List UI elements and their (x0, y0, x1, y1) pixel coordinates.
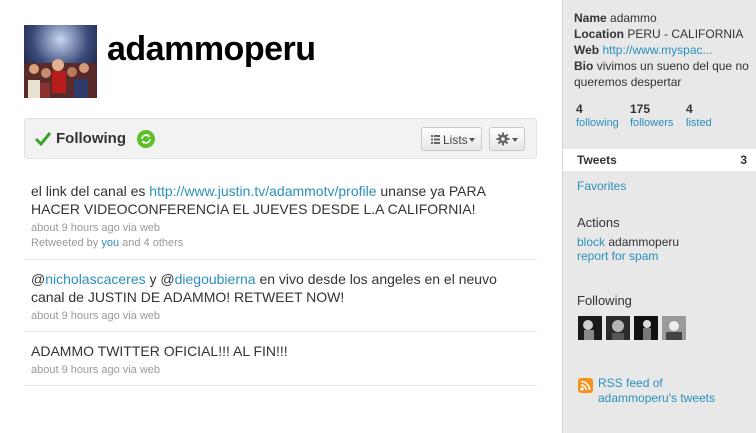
following-avatar-image (606, 316, 630, 340)
block-link[interactable]: block (577, 235, 605, 249)
profile-screen-name: adammoperu (107, 30, 316, 68)
tweets-count: 3 (740, 153, 747, 167)
report-spam-link[interactable]: report for spam (577, 249, 658, 263)
tweet-item: @nicholascaceres y @diegoubierna en vivo… (24, 260, 537, 332)
bio-key: Bio (574, 59, 594, 73)
at-sign: @ (160, 271, 175, 287)
profile-web-row: Web http://www.myspac... (574, 42, 749, 58)
bio-value: vivimos un sueno del que no queremos des… (574, 59, 749, 89)
tweet-text: @nicholascaceres y @diegoubierna en vivo… (31, 270, 530, 306)
stat-label: followers (630, 117, 674, 129)
rss-icon (578, 378, 593, 393)
tweet-timestamp[interactable]: about 9 hours ago via web (31, 221, 530, 235)
retweet-info: Retweeted by you and 4 others (31, 235, 530, 251)
tweet-text-segment: y (145, 271, 161, 287)
lists-button[interactable]: Lists (421, 127, 482, 151)
location-key: Location (574, 27, 624, 41)
following-avatar-image (634, 316, 658, 340)
at-sign: @ (31, 271, 46, 287)
profile-info: Name adammo Location PERU - CALIFORNIA W… (574, 10, 749, 90)
stat-number: 175 (630, 102, 651, 116)
tweet-timestamp[interactable]: about 9 hours ago via web (31, 363, 530, 377)
list-icon (431, 135, 440, 144)
block-target: adammoperu (608, 235, 680, 249)
lists-button-label: Lists (443, 133, 468, 147)
tweet-text: el link del canal es http://www.justin.t… (31, 182, 530, 218)
retweet-you-link[interactable]: you (101, 237, 119, 249)
mention-link[interactable]: nicholascaceres (45, 271, 145, 287)
web-link[interactable]: http://www.myspac... (602, 43, 712, 57)
following-avatar[interactable] (662, 316, 686, 340)
retweet-info-suffix: and 4 others (119, 237, 184, 249)
tweet-url-link[interactable]: http://www.justin.tv/adammotv/profile (149, 183, 376, 199)
actions-heading: Actions (577, 215, 620, 230)
profile-location-row: Location PERU - CALIFORNIA (574, 26, 749, 42)
tweets-nav-label: Tweets (577, 153, 617, 167)
name-value: adammo (610, 11, 657, 25)
web-key: Web (574, 43, 600, 57)
following-avatar[interactable] (606, 316, 630, 340)
following-avatar-image (578, 316, 602, 340)
name-key: Name (574, 11, 607, 25)
chevron-down-icon (469, 138, 475, 142)
rss-feed-label: RSS feed of adammoperu's tweets (598, 376, 716, 405)
retweet-info-prefix: Retweeted by (31, 237, 102, 249)
profile-stats: 4 following 175 followers 4 listed (576, 102, 751, 132)
profile-bio-row: Bio vivimos un sueno del que no queremos… (574, 58, 749, 90)
tweet-item: el link del canal es http://www.justin.t… (24, 172, 537, 260)
stat-number: 4 (686, 102, 693, 116)
profile-sidebar: Name adammo Location PERU - CALIFORNIA W… (562, 0, 756, 433)
retweet-arrows-icon (141, 134, 151, 144)
stat-label: following (576, 117, 619, 129)
follow-status-bar: Following Lists (24, 118, 537, 159)
tweet-timestamp[interactable]: about 9 hours ago via web (31, 309, 530, 323)
block-row: block adammoperu (577, 235, 679, 249)
chevron-down-icon (512, 138, 518, 142)
profile-photo-image (24, 25, 97, 98)
following-avatar-image (662, 316, 686, 340)
rss-symbol (580, 380, 591, 391)
settings-gear-button[interactable] (489, 127, 525, 151)
stat-following[interactable]: 4 following (576, 102, 619, 130)
retweet-toggle-icon[interactable] (137, 130, 155, 148)
following-heading: Following (577, 293, 632, 308)
stat-followers[interactable]: 175 followers (630, 102, 673, 130)
gear-icon (496, 132, 510, 146)
following-avatar[interactable] (634, 316, 658, 340)
sidebar-item-tweets[interactable]: Tweets 3 (563, 149, 756, 171)
stat-number: 4 (576, 102, 583, 116)
profile-avatar[interactable] (24, 25, 97, 98)
checkmark-icon (34, 132, 52, 147)
following-avatar[interactable] (578, 316, 602, 340)
tweet-timeline: el link del canal es http://www.justin.t… (24, 172, 537, 386)
tweet-text-segment: el link del canal es (31, 183, 150, 199)
sidebar-item-favorites[interactable]: Favorites (577, 179, 626, 193)
stat-listed[interactable]: 4 listed (686, 102, 712, 130)
profile-name-row: Name adammo (574, 10, 749, 26)
mention-link[interactable]: diegoubierna (175, 271, 256, 287)
stat-label: listed (686, 117, 712, 129)
location-value: PERU - CALIFORNIA (627, 27, 744, 41)
main-column: adammoperu Following Lists el link del c… (0, 0, 562, 433)
tweet-text: ADAMMO TWITTER OFICIAL!!! AL FIN!!! (31, 343, 288, 359)
tweet-item: ADAMMO TWITTER OFICIAL!!! AL FIN!!! abou… (24, 332, 537, 386)
following-status-label[interactable]: Following (56, 130, 126, 147)
